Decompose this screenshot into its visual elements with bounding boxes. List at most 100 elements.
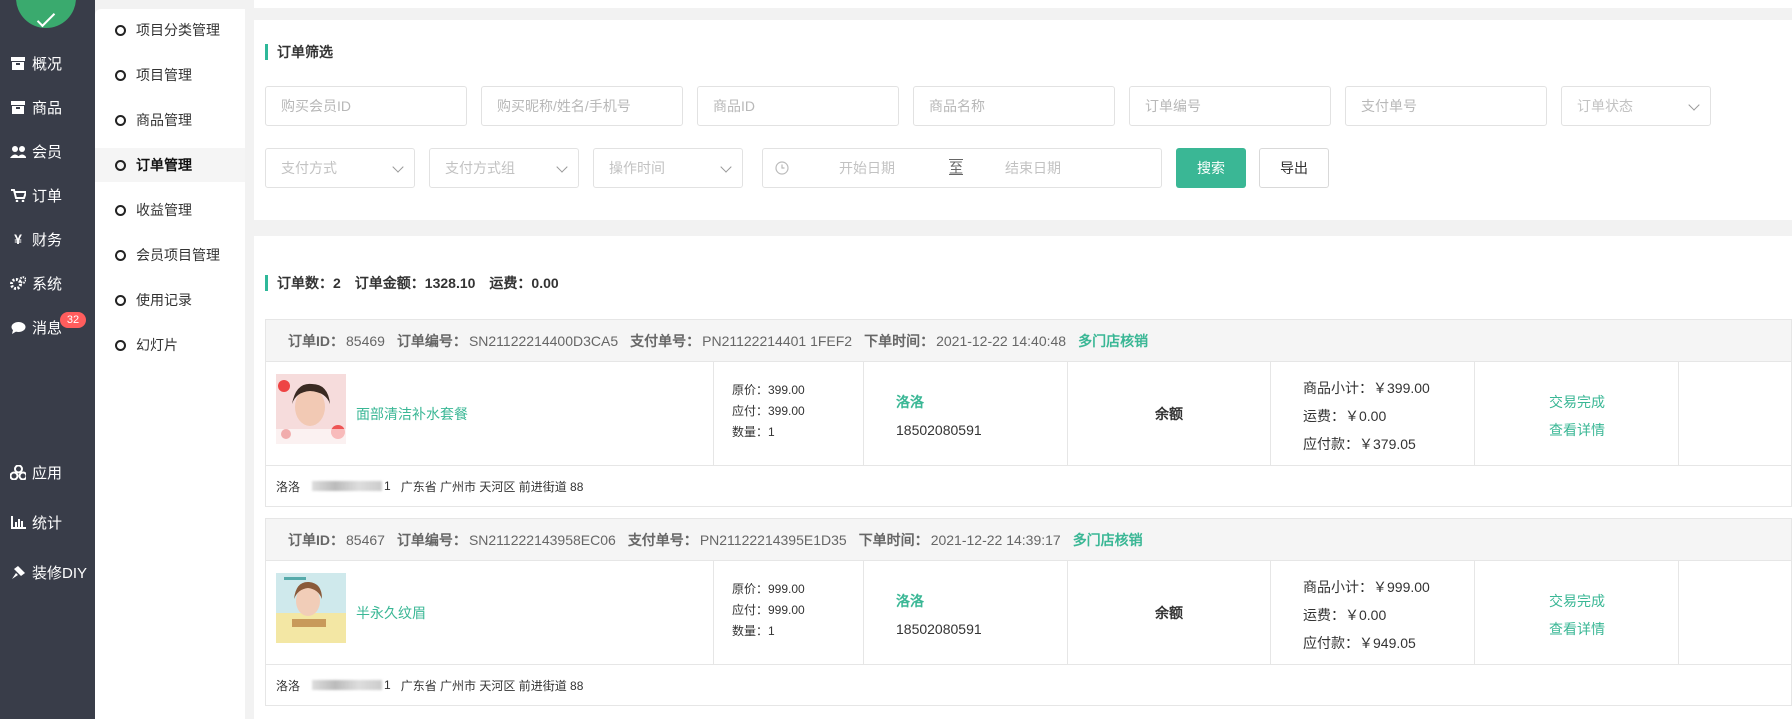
- order-no-input[interactable]: [1129, 86, 1331, 126]
- amount-cell: 商品小计：￥399.00 运费：￥0.00 应付款：￥379.05: [1271, 362, 1475, 466]
- goods-id-field[interactable]: [713, 98, 898, 114]
- product-name-link[interactable]: 半永久纹眉: [356, 603, 426, 623]
- order-no: SN211222143958EC06: [468, 531, 616, 548]
- product-name-link[interactable]: 面部清洁补水套餐: [356, 404, 468, 424]
- nav-item-apps[interactable]: 应用: [0, 454, 95, 490]
- goods-subtotal: 商品小计：￥999.00: [1303, 579, 1430, 595]
- start-date-placeholder[interactable]: 开始日期: [839, 158, 949, 178]
- nav-item-members[interactable]: 会员: [0, 133, 95, 169]
- pay-method-select[interactable]: 支付方式: [265, 148, 415, 188]
- search-button[interactable]: 搜索: [1176, 148, 1246, 188]
- export-button[interactable]: 导出: [1259, 148, 1329, 188]
- buyer-cell: 洛洛 18502080591: [864, 561, 1068, 665]
- nav-item-system[interactable]: 系统: [0, 265, 95, 301]
- date-range-picker[interactable]: 开始日期 至 结束日期: [762, 148, 1162, 188]
- circle-icon: [115, 339, 126, 351]
- filter-title: 订单筛选: [265, 42, 333, 62]
- nav-item-overview[interactable]: 概况: [0, 45, 95, 81]
- amount-cell: 商品小计：￥999.00 运费：￥0.00 应付款：￥949.05: [1271, 561, 1475, 665]
- pay-no-label: 支付单号：: [627, 531, 698, 548]
- order-no-field[interactable]: [1145, 98, 1330, 114]
- circle-icon: [115, 249, 126, 261]
- product-thumbnail[interactable]: [276, 573, 346, 643]
- nav-item-messages[interactable]: 消息 32: [0, 309, 95, 345]
- sub-item-slides[interactable]: 幻灯片: [95, 328, 245, 362]
- nav-item-goods[interactable]: 商品: [0, 89, 95, 125]
- pay-no-field[interactable]: [1361, 98, 1546, 114]
- status-cell: 交易完成 查看详情: [1475, 362, 1679, 466]
- sub-item-label: 会员项目管理: [136, 247, 220, 263]
- sub-item-earnings[interactable]: 收益管理: [95, 193, 245, 227]
- redacted-phone: [312, 680, 383, 690]
- goods-name-input[interactable]: [913, 86, 1115, 126]
- pay-type: 余额: [1155, 406, 1183, 422]
- payable-amount: 应付款：￥379.05: [1303, 436, 1416, 452]
- nav-label: 消息: [32, 319, 63, 337]
- order-header: 订单ID： 85469 订单编号： SN21122214400D3CA5 支付单号：…: [266, 320, 1791, 362]
- order-id: 85469: [346, 332, 385, 349]
- product-thumbnail[interactable]: [276, 374, 346, 444]
- logo[interactable]: [16, 0, 76, 28]
- pay-group-placeholder: 支付方式组: [445, 160, 515, 176]
- chevron-down-icon: [1688, 99, 1700, 111]
- order-id-label: 订单ID：: [288, 332, 344, 349]
- order-status: 交易完成: [1549, 394, 1605, 410]
- order-no-label: 订单编号：: [396, 332, 467, 349]
- pay-group-select[interactable]: 支付方式组: [429, 148, 579, 188]
- price-cell: 原价：999.00 应付：999.00 数量：1: [714, 561, 864, 665]
- paint-icon: [10, 564, 26, 580]
- buyer-name-link[interactable]: 洛洛: [896, 587, 1067, 615]
- address-row: 洛洛 1 广东省 广州市 天河区 前进街道 88: [266, 665, 1791, 705]
- goods-id-input[interactable]: [697, 86, 899, 126]
- order-freight: 运费：0.00: [489, 275, 559, 291]
- view-detail-link[interactable]: 查看详情: [1549, 416, 1678, 444]
- member-id-input[interactable]: [265, 86, 467, 126]
- op-time-select[interactable]: 操作时间: [593, 148, 743, 188]
- order-time-label: 下单时间：: [864, 332, 935, 349]
- receiver-address: 广东省 广州市 天河区 前进街道 88: [400, 479, 584, 494]
- sub-item-member-projects[interactable]: 会员项目管理: [95, 238, 245, 272]
- apps-icon: [10, 464, 26, 480]
- sub-item-label: 使用记录: [136, 292, 192, 308]
- order-count: 订单数：2: [277, 275, 341, 291]
- order-no-label: 订单编号：: [396, 531, 467, 548]
- op-time-placeholder: 操作时间: [609, 160, 665, 176]
- sub-sidebar: 项目分类管理 项目管理 商品管理 订单管理 收益管理 会员项目管理 使用记录 幻…: [95, 9, 245, 719]
- sub-item-project-category[interactable]: 项目分类管理: [95, 13, 245, 47]
- nav-item-orders[interactable]: 订单: [0, 177, 95, 213]
- gears-icon: [10, 275, 26, 291]
- nickname-input[interactable]: [481, 86, 683, 126]
- sub-item-label: 项目分类管理: [136, 22, 220, 38]
- check-icon: [36, 8, 56, 28]
- chevron-down-icon: [392, 161, 404, 173]
- nickname-field[interactable]: [497, 98, 682, 114]
- buyer-cell: 洛洛 18502080591: [864, 362, 1068, 466]
- sub-item-projects[interactable]: 项目管理: [95, 58, 245, 92]
- nav-label: 会员: [32, 143, 63, 161]
- sub-item-orders[interactable]: 订单管理: [95, 148, 245, 182]
- freight-amount: 运费：￥0.00: [1303, 408, 1387, 424]
- price-cell: 原价：399.00 应付：399.00 数量：1: [714, 362, 864, 466]
- end-date-placeholder[interactable]: 结束日期: [1005, 158, 1061, 178]
- nav-item-stats[interactable]: 统计: [0, 504, 95, 540]
- order-card: 订单ID： 85467 订单编号： SN211222143958EC06 支付单号：…: [265, 518, 1792, 706]
- pay-no-input[interactable]: [1345, 86, 1547, 126]
- chart-icon: [10, 514, 26, 530]
- buyer-name-link[interactable]: 洛洛: [896, 388, 1067, 416]
- nav-label: 系统: [32, 275, 63, 293]
- product-cell: 半永久纹眉: [266, 561, 714, 665]
- pay-no: PN21122214395E1D35: [699, 531, 847, 548]
- order-id-label: 订单ID：: [288, 531, 344, 548]
- circle-icon: [115, 114, 126, 126]
- sub-item-label: 项目管理: [136, 67, 192, 83]
- sub-item-label: 商品管理: [136, 112, 192, 128]
- quantity: 数量：1: [732, 624, 775, 638]
- member-id-field[interactable]: [281, 98, 466, 114]
- sub-item-usage-records[interactable]: 使用记录: [95, 283, 245, 317]
- nav-item-diy[interactable]: 装修DIY: [0, 554, 95, 590]
- view-detail-link[interactable]: 查看详情: [1549, 615, 1678, 643]
- sub-item-goods[interactable]: 商品管理: [95, 103, 245, 137]
- goods-name-field[interactable]: [929, 98, 1114, 114]
- nav-item-finance[interactable]: ¥ 财务: [0, 221, 95, 257]
- order-status-select[interactable]: 订单状态: [1561, 86, 1711, 126]
